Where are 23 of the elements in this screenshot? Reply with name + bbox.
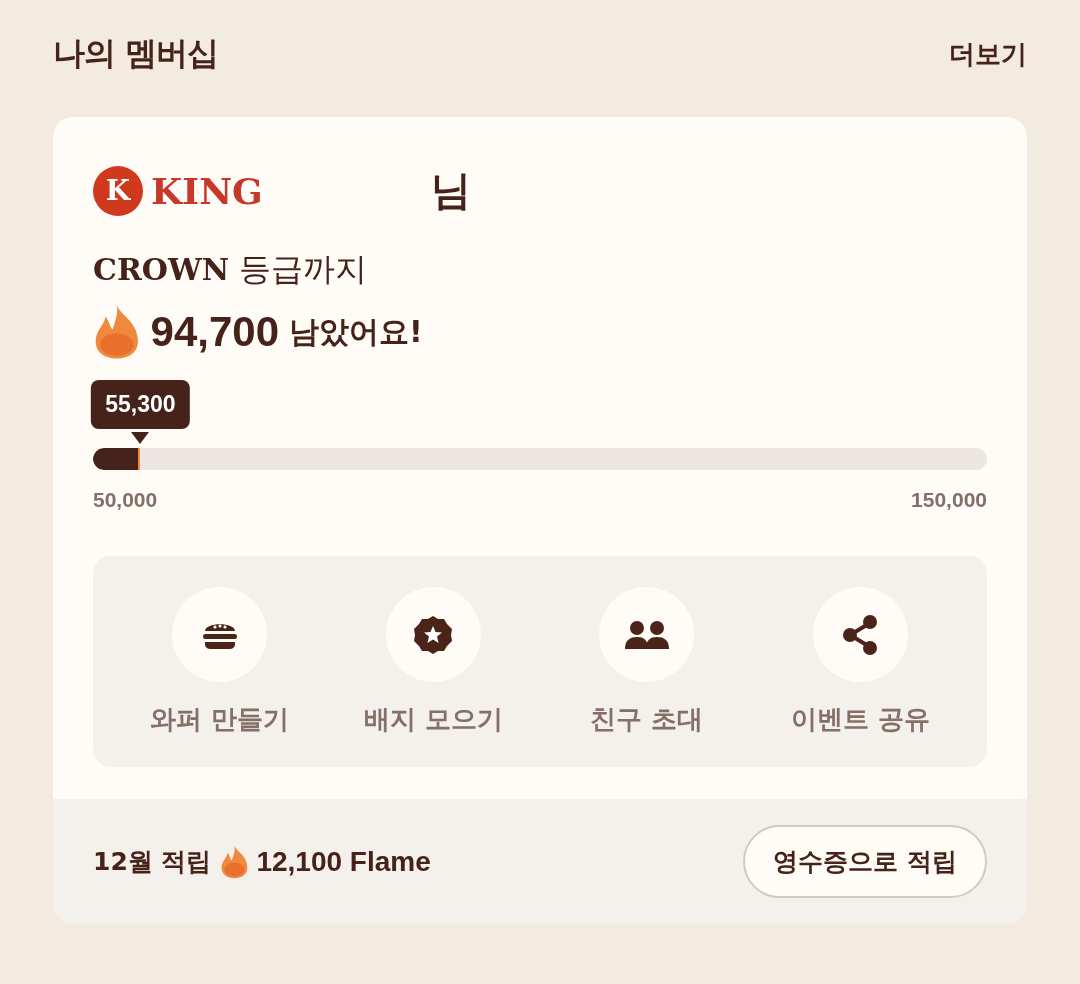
month-label: 12월 적립 bbox=[93, 846, 212, 878]
progress-max: 150,000 bbox=[911, 488, 987, 512]
receipt-button[interactable]: 영수증으로 적립 bbox=[743, 825, 987, 898]
section-title: 나의 멤버십 bbox=[53, 33, 219, 74]
remaining-text: 남았어요! bbox=[289, 312, 423, 351]
people-icon bbox=[623, 619, 670, 650]
action-button[interactable]: 와퍼 만들기 bbox=[113, 587, 327, 737]
star-badge-icon bbox=[413, 614, 454, 655]
action-button[interactable]: 이벤트 공유 bbox=[753, 587, 967, 737]
progress-min: 50,000 bbox=[93, 488, 158, 512]
action-button[interactable]: 친구 초대 bbox=[540, 587, 754, 737]
more-link[interactable]: 더보기 bbox=[949, 36, 1027, 72]
honorific: 님 bbox=[430, 166, 471, 215]
remaining-amount: 94,700 bbox=[150, 308, 280, 356]
share-icon bbox=[842, 614, 879, 655]
next-grade-text: CROWN 등급까지 bbox=[93, 249, 369, 290]
flame-icon bbox=[219, 844, 249, 879]
action-button[interactable]: 배지 모으기 bbox=[326, 587, 540, 737]
grade-badge: K bbox=[93, 165, 143, 216]
progress-tooltip: 55,300 bbox=[91, 380, 190, 429]
grade-name: KING bbox=[151, 169, 263, 212]
flame-icon bbox=[93, 304, 141, 360]
earned-amount: 12,100 Flame bbox=[256, 845, 431, 878]
